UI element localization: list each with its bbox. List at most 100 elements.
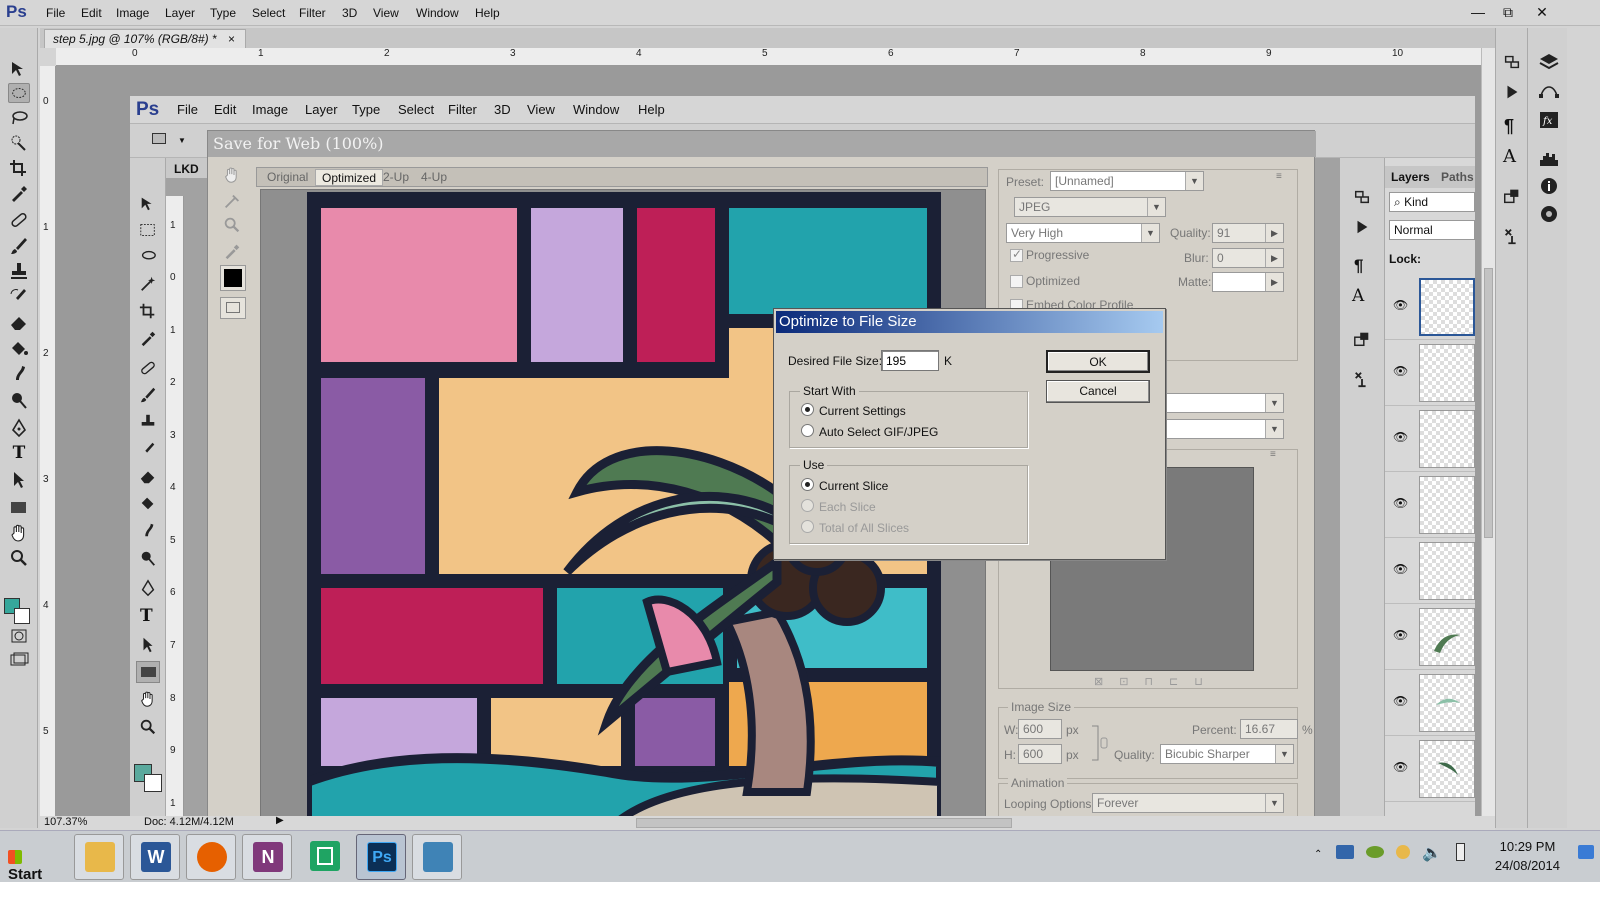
battery-icon[interactable]	[1456, 843, 1465, 861]
current-slice-radio[interactable]	[801, 478, 814, 491]
type-tool-icon[interactable]: T	[8, 443, 30, 463]
menu-image[interactable]: Image	[116, 6, 149, 20]
layers-panel-icon[interactable]	[1538, 52, 1560, 72]
auto-select-radio[interactable]	[801, 424, 814, 437]
ruler-tick-label: 0	[132, 48, 138, 59]
inner-pen-icon	[141, 579, 155, 597]
desired-size-input[interactable]	[881, 350, 939, 371]
inner-path-select-icon	[143, 637, 153, 653]
inner-search-icon: ⌕	[1394, 195, 1401, 209]
elliptical-marquee-tool-icon[interactable]	[8, 83, 30, 103]
cancel-button[interactable]: Cancel	[1046, 380, 1150, 403]
crop-tool-icon[interactable]	[8, 158, 30, 178]
action-center-icon[interactable]	[1578, 845, 1594, 859]
screen-mode-icon[interactable]	[8, 650, 30, 670]
path-selection-tool-icon[interactable]	[8, 470, 30, 490]
tray-app-icon[interactable]	[1396, 845, 1410, 859]
healing-brush-tool-icon[interactable]	[8, 210, 30, 230]
paragraph-icon[interactable]: ¶	[1504, 116, 1514, 137]
zoom-level[interactable]: 107.37%	[44, 816, 87, 828]
total-slices-label: Total of All Slices	[819, 521, 910, 535]
menu-view[interactable]: View	[373, 6, 399, 20]
nvidia-icon[interactable]	[1366, 846, 1384, 858]
volume-icon[interactable]: 🔈	[1422, 843, 1442, 863]
taskbar-firefox[interactable]	[186, 834, 236, 880]
taskbar-onenote[interactable]: N	[242, 834, 292, 880]
menu-bar: Ps File Edit Image Layer Type Select Fil…	[0, 0, 1600, 26]
background-color-swatch[interactable]	[14, 608, 30, 624]
styles-fx-icon[interactable]: fx	[1538, 110, 1560, 130]
hand-tool-icon[interactable]	[8, 523, 30, 543]
inner-menu-file: File	[177, 102, 198, 117]
menu-window[interactable]: Window	[416, 6, 459, 20]
inner-visibility-icon: 👁	[1393, 496, 1409, 510]
quality-preset-value: Very High	[1011, 226, 1064, 240]
folder-icon	[85, 842, 115, 872]
smudge-tool-icon[interactable]	[8, 363, 30, 383]
info-icon[interactable]	[1538, 176, 1560, 196]
pen-tool-icon[interactable]	[8, 418, 30, 438]
firefox-icon	[197, 842, 227, 872]
clone-stamp-tool-icon[interactable]	[8, 261, 30, 281]
taskbar-file-explorer[interactable]	[74, 834, 124, 880]
close-window-button[interactable]: ✕	[1527, 2, 1557, 22]
clone-source-icon[interactable]	[1502, 186, 1522, 206]
status-menu-arrow-icon[interactable]: ▶	[276, 815, 284, 826]
quick-mask-icon[interactable]	[8, 626, 30, 646]
start-button[interactable]: Start	[2, 841, 62, 883]
menu-layer[interactable]: Layer	[165, 6, 195, 20]
menu-help[interactable]: Help	[475, 6, 500, 20]
restore-button[interactable]: ⧉	[1493, 2, 1523, 22]
tool-presets-icon[interactable]	[1502, 226, 1522, 246]
clock-time: 10:29 PM	[1499, 839, 1556, 854]
rectangle-tool-icon[interactable]	[8, 498, 30, 518]
document-tab[interactable]: step 5.jpg @ 107% (RGB/8#) * ×	[44, 29, 246, 48]
taskbar-sheets[interactable]	[300, 834, 350, 880]
lasso-tool-icon[interactable]	[8, 108, 30, 128]
current-settings-radio[interactable]	[801, 403, 814, 416]
menu-3d[interactable]: 3D	[342, 6, 357, 20]
vertical-scrollbar[interactable]	[1481, 48, 1495, 816]
tray-expand-icon[interactable]: ⌃	[1314, 849, 1322, 860]
history-brush-tool-icon[interactable]	[8, 286, 30, 306]
inner-visibility-icon: 👁	[1393, 562, 1409, 576]
color-table-menu-icon: ≡	[1270, 449, 1276, 460]
menu-type[interactable]: Type	[210, 6, 236, 20]
inner-layers-tab: Layers	[1391, 170, 1430, 184]
minimize-button[interactable]: —	[1463, 2, 1493, 22]
animation-label: Animation	[1008, 776, 1068, 790]
chevron-down-icon: ▼	[1185, 172, 1203, 190]
menu-filter[interactable]: Filter	[299, 6, 326, 20]
history-panel-icon[interactable]	[1502, 52, 1522, 72]
character-icon[interactable]: A	[1503, 146, 1516, 167]
taskbar-word[interactable]: W	[130, 834, 180, 880]
document-tab-close-icon[interactable]: ×	[228, 32, 235, 46]
inner-healing-icon	[141, 361, 155, 375]
actions-play-icon[interactable]	[1502, 82, 1522, 102]
brush-tool-icon[interactable]	[8, 236, 30, 256]
taskbar-photo-viewer[interactable]	[412, 834, 462, 880]
move-tool-icon[interactable]	[8, 58, 30, 78]
eyedropper-tool-icon[interactable]	[8, 183, 30, 203]
histogram-icon[interactable]	[1538, 148, 1560, 168]
swatches-icon[interactable]	[1538, 204, 1560, 224]
zoom-tool-icon[interactable]	[8, 548, 30, 568]
menu-select[interactable]: Select	[252, 6, 285, 20]
menu-file[interactable]: File	[46, 6, 65, 20]
inner-visibility-icon: 👁	[1393, 364, 1409, 378]
menu-edit[interactable]: Edit	[81, 6, 102, 20]
horizontal-scrollbar[interactable]	[636, 818, 1012, 828]
ok-button[interactable]: OK	[1046, 350, 1150, 373]
inner-bucket-icon	[141, 497, 154, 510]
inner-smudge-icon	[145, 523, 154, 537]
inner-brush-icon	[140, 387, 156, 403]
paths-panel-icon[interactable]	[1538, 80, 1560, 100]
network-icon[interactable]	[1336, 845, 1354, 859]
paint-bucket-tool-icon[interactable]	[8, 338, 30, 358]
inner-blend-mode: Normal	[1389, 220, 1475, 240]
quick-selection-tool-icon[interactable]	[8, 133, 30, 153]
eraser-tool-icon[interactable]	[8, 312, 30, 332]
dodge-tool-icon[interactable]	[8, 390, 30, 410]
clock[interactable]: 10:29 PM 24/08/2014	[1495, 837, 1560, 875]
taskbar-photoshop[interactable]: Ps	[356, 834, 406, 880]
